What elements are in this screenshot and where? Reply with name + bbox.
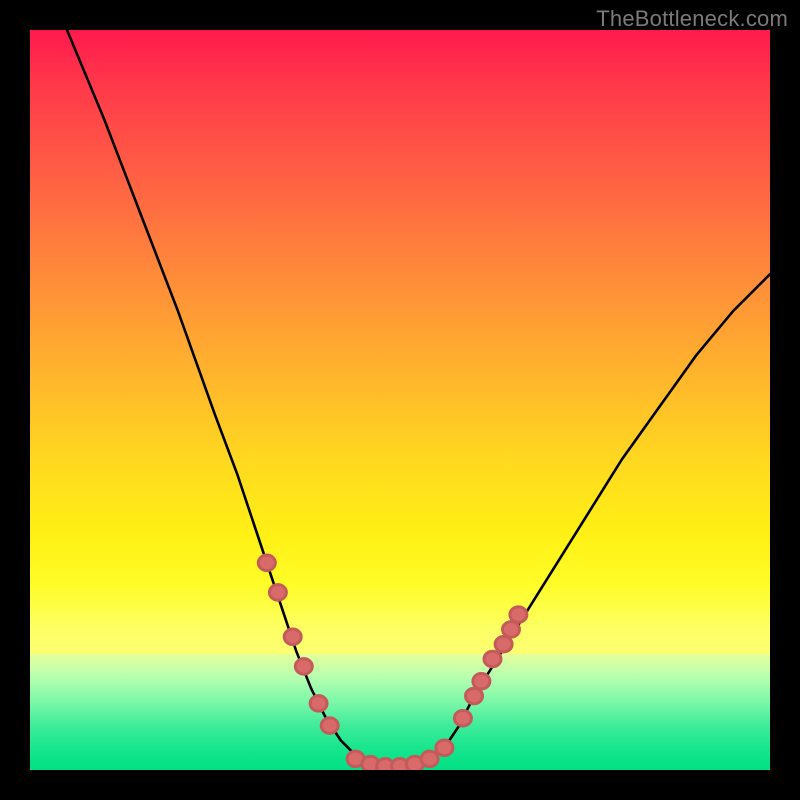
bead-point [502, 622, 519, 638]
bead-point [484, 651, 501, 667]
bead-point [421, 751, 438, 767]
curve-svg [30, 30, 770, 770]
bead-point [454, 710, 471, 726]
bead-point [495, 636, 512, 652]
bead-point [258, 555, 275, 571]
data-beads [258, 555, 527, 770]
bead-point [473, 673, 490, 689]
bead-point [295, 659, 312, 675]
bead-point [321, 718, 338, 734]
bead-point [465, 688, 482, 704]
watermark-text: TheBottleneck.com [596, 6, 788, 32]
bead-point [269, 585, 286, 601]
chart-frame: TheBottleneck.com [0, 0, 800, 800]
bead-point [436, 740, 453, 756]
bead-point [510, 607, 527, 623]
bottleneck-curve [67, 30, 770, 770]
bead-point [310, 696, 327, 712]
plot-area [30, 30, 770, 770]
bead-point [284, 629, 301, 645]
